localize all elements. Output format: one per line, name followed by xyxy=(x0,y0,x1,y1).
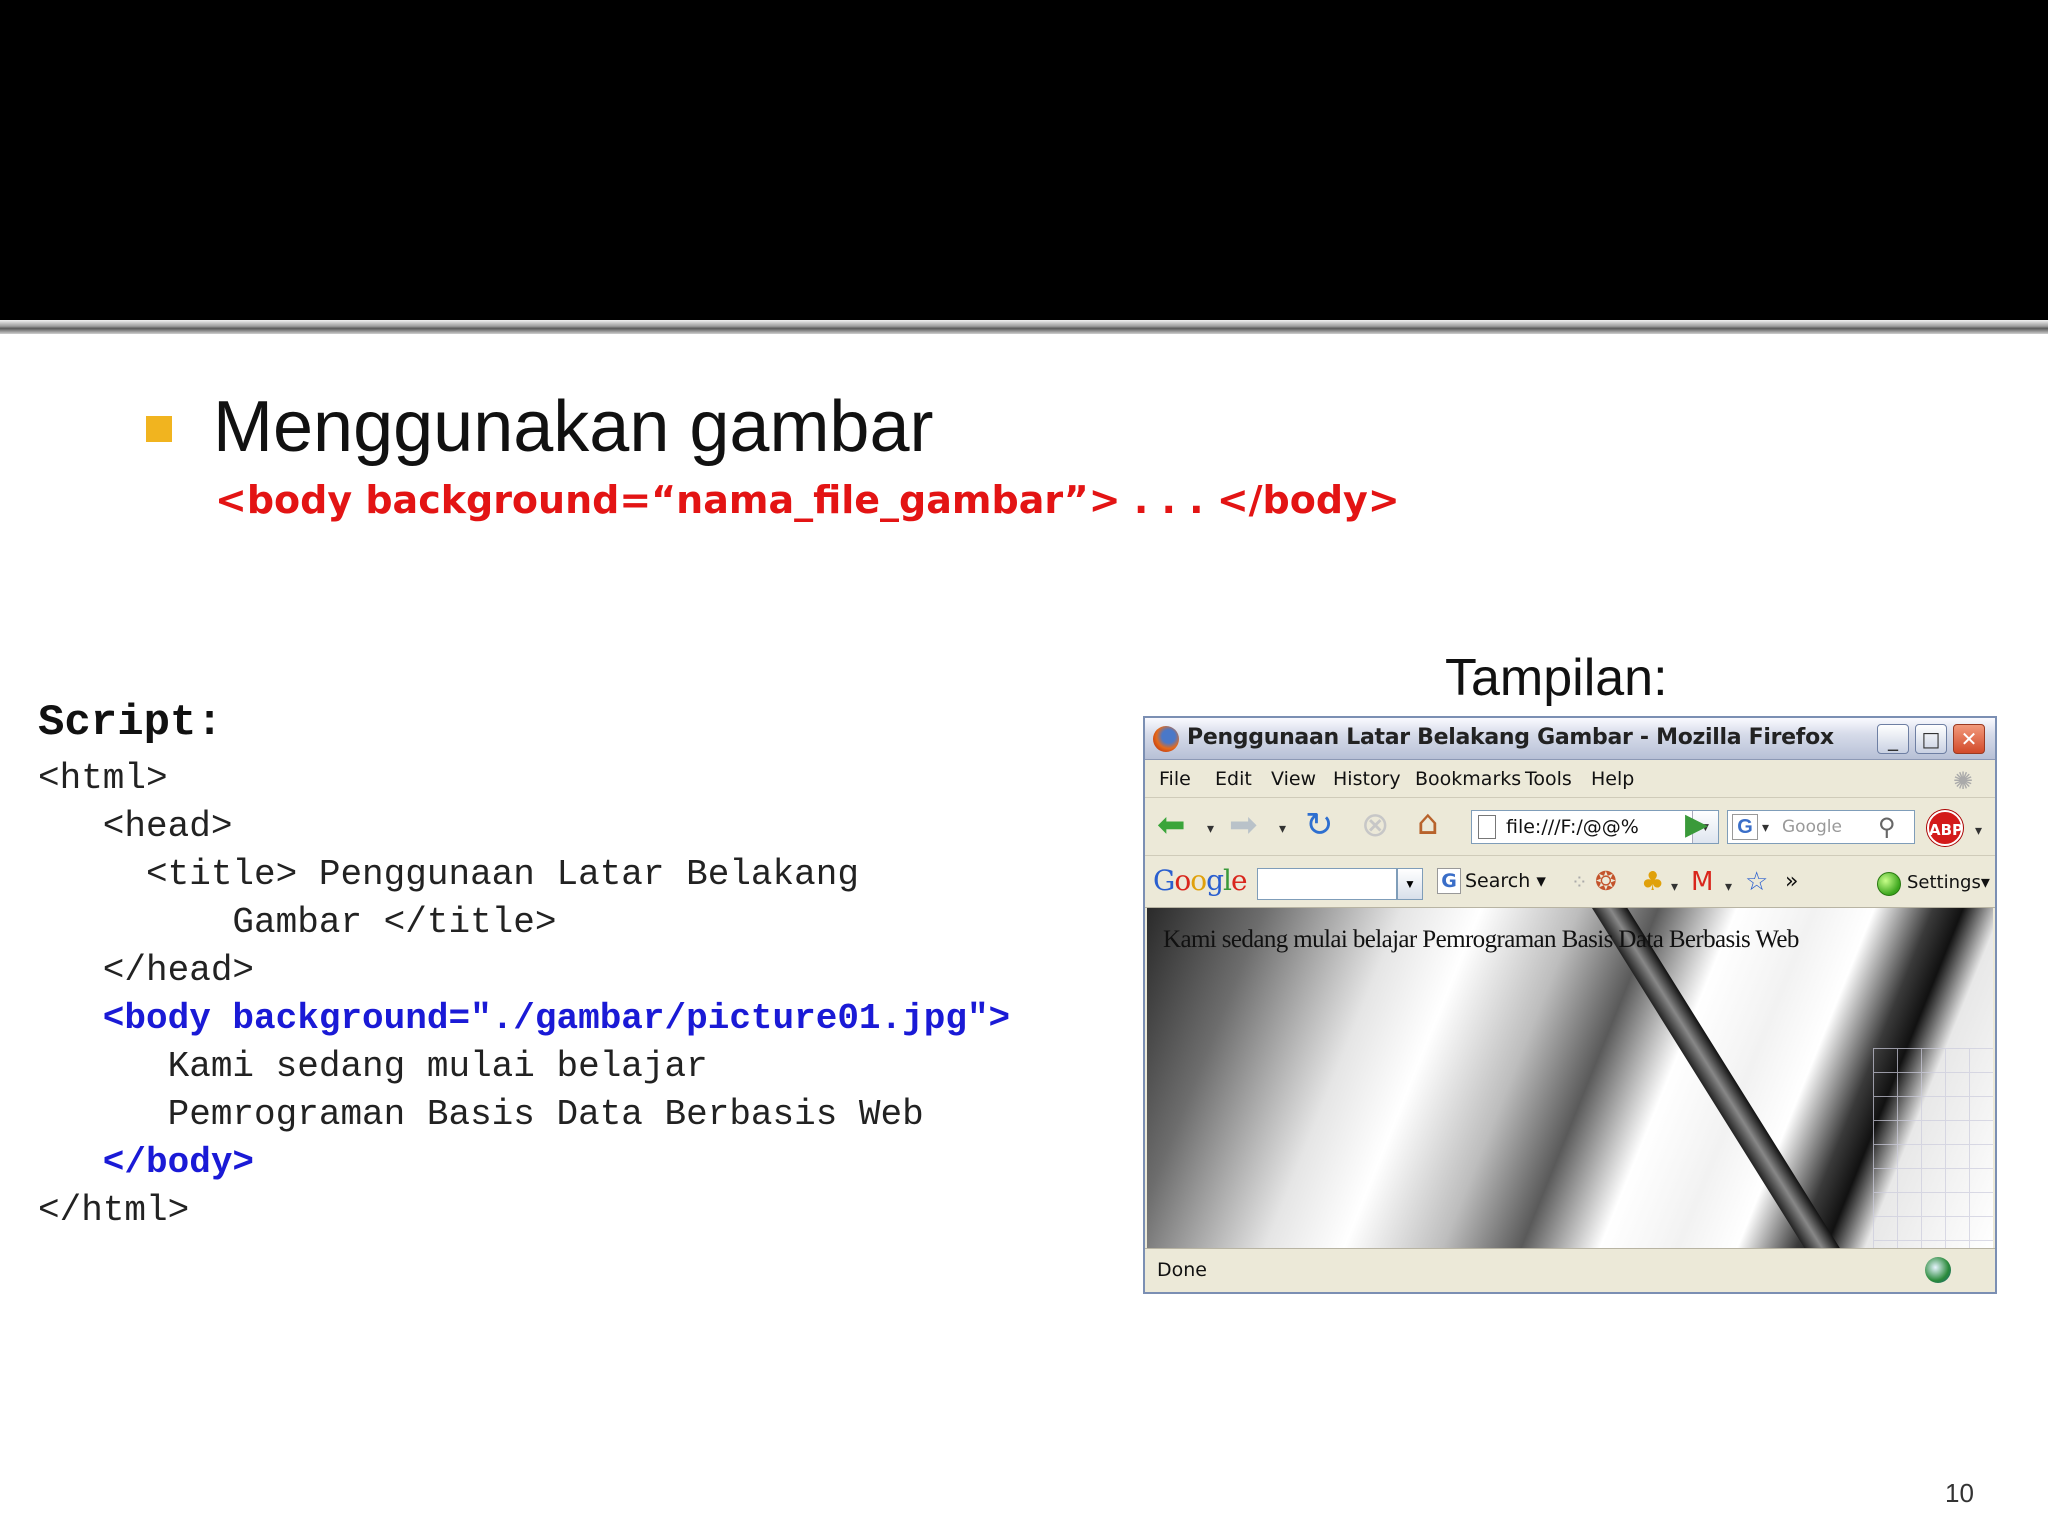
star-icon[interactable]: ☆ xyxy=(1745,868,1768,896)
menu-history[interactable]: History xyxy=(1333,768,1401,790)
status-text: Done xyxy=(1157,1259,1207,1281)
code-line: Pemrograman Basis Data Berbasis Web xyxy=(38,1094,924,1135)
code-line: <html> xyxy=(38,758,168,799)
maximize-button[interactable]: □ xyxy=(1915,724,1947,754)
code-line-body-open: <body background="./gambar/picture01.jpg… xyxy=(38,998,1011,1039)
google-search-label: Search xyxy=(1465,870,1531,892)
back-dropdown-icon[interactable]: ▾ xyxy=(1207,820,1214,837)
page-number: 10 xyxy=(1945,1478,1974,1508)
window-title: Penggunaan Latar Belakang Gambar - Mozil… xyxy=(1187,725,1834,750)
bullet-heading: Menggunakan gambar xyxy=(213,387,934,467)
menu-file[interactable]: File xyxy=(1159,768,1191,790)
syntax-example: <body background=“nama_file_gambar”> . .… xyxy=(215,478,1400,522)
google-toolbar: Google ▼ G Search ▾ ⁘ ❂ ♣ ▾ M ▾ ☆ » Setti… xyxy=(1145,856,1995,908)
forward-dropdown-icon[interactable]: ▾ xyxy=(1279,820,1286,837)
code-line-body-close: </body> xyxy=(38,1142,255,1183)
code-line: </head> xyxy=(38,950,255,991)
firefox-logo-icon xyxy=(1153,726,1179,752)
adblock-dropdown-icon[interactable]: ▾ xyxy=(1975,822,1982,839)
minimize-button[interactable]: _ xyxy=(1877,724,1909,754)
throbber-icon: ✺ xyxy=(1953,768,1974,795)
title-divider xyxy=(0,320,2048,334)
search-engine-dropdown-icon[interactable]: ▾ xyxy=(1762,819,1769,836)
menu-tools[interactable]: Tools xyxy=(1525,768,1572,790)
search-bar[interactable]: G ▾ Google ⚲ xyxy=(1727,810,1915,844)
toolbar-separator-icon: ⁘ xyxy=(1571,870,1588,894)
back-arrow-icon[interactable]: ⬅ xyxy=(1157,808,1186,842)
forward-arrow-icon[interactable]: ➡ xyxy=(1229,808,1258,842)
go-arrow-icon[interactable]: ▶ xyxy=(1685,808,1708,842)
status-dot-icon xyxy=(1877,872,1901,896)
search-placeholder: Google xyxy=(1782,817,1842,837)
code-line: <title> Penggunaan Latar Belakang xyxy=(38,854,859,895)
page-content: Kami sedang mulai belajar Pemrograman Ba… xyxy=(1147,908,1993,1248)
code-line: <head> xyxy=(38,806,233,847)
slide-title-bar xyxy=(0,0,2048,320)
code-line: Kami sedang mulai belajar xyxy=(38,1046,708,1087)
bookmark-icon[interactable]: ♣ xyxy=(1641,868,1664,896)
google-g-icon: G xyxy=(1437,868,1461,894)
page-body-text: Kami sedang mulai belajar Pemrograman Ba… xyxy=(1163,926,1799,953)
menu-edit[interactable]: Edit xyxy=(1215,768,1252,790)
tampilan-label: Tampilan: xyxy=(1445,649,1668,707)
adblock-icon[interactable]: ABP xyxy=(1927,810,1963,846)
stop-icon[interactable]: ⊗ xyxy=(1361,808,1390,842)
search-engine-icon[interactable]: G xyxy=(1732,814,1758,840)
reload-icon[interactable]: ↻ xyxy=(1305,808,1334,842)
settings-button[interactable]: Settings▾ xyxy=(1907,872,1990,893)
close-button[interactable]: ✕ xyxy=(1953,724,1985,754)
home-icon[interactable]: ⌂ xyxy=(1417,806,1439,840)
menu-help[interactable]: Help xyxy=(1591,768,1634,790)
menu-bar: File Edit View History Bookmarks Tools H… xyxy=(1145,760,1995,798)
page-document-icon xyxy=(1478,815,1496,839)
more-chevron-icon[interactable]: » xyxy=(1785,868,1798,896)
gmail-dropdown-icon[interactable]: ▾ xyxy=(1725,878,1732,895)
gmail-icon[interactable]: M xyxy=(1691,868,1713,896)
menu-bookmarks[interactable]: Bookmarks xyxy=(1415,768,1521,790)
window-titlebar[interactable]: Penggunaan Latar Belakang Gambar - Mozil… xyxy=(1145,718,1995,760)
firefox-window: Penggunaan Latar Belakang Gambar - Mozil… xyxy=(1143,716,1997,1294)
google-logo: Google xyxy=(1153,864,1248,897)
bullet-square-icon xyxy=(146,416,172,442)
menu-view[interactable]: View xyxy=(1271,768,1316,790)
globe-icon xyxy=(1925,1257,1951,1283)
bookmark-dropdown-icon[interactable]: ▾ xyxy=(1671,878,1678,895)
google-search-dropdown-icon[interactable]: ▼ xyxy=(1397,868,1423,900)
code-line: Gambar </title> xyxy=(38,902,557,943)
navigation-toolbar: ⬅ ▾ ➡ ▾ ↻ ⊗ ⌂ file:///F:/@@% ▼ ▶ G ▾ Goo… xyxy=(1145,798,1995,856)
background-image-grid xyxy=(1873,1048,1993,1248)
google-search-button[interactable]: G Search ▾ xyxy=(1437,868,1546,894)
background-image-streak xyxy=(1567,908,1847,1248)
magnifier-icon[interactable]: ⚲ xyxy=(1878,813,1896,842)
google-search-input[interactable] xyxy=(1257,868,1397,900)
code-line: </html> xyxy=(38,1190,190,1231)
url-text: file:///F:/@@% xyxy=(1506,816,1639,838)
code-heading: Script: xyxy=(38,698,223,748)
status-bar: Done xyxy=(1145,1248,1995,1292)
url-bar[interactable]: file:///F:/@@% ▼ xyxy=(1471,810,1719,844)
pagerank-icon[interactable]: ❂ xyxy=(1595,868,1617,896)
